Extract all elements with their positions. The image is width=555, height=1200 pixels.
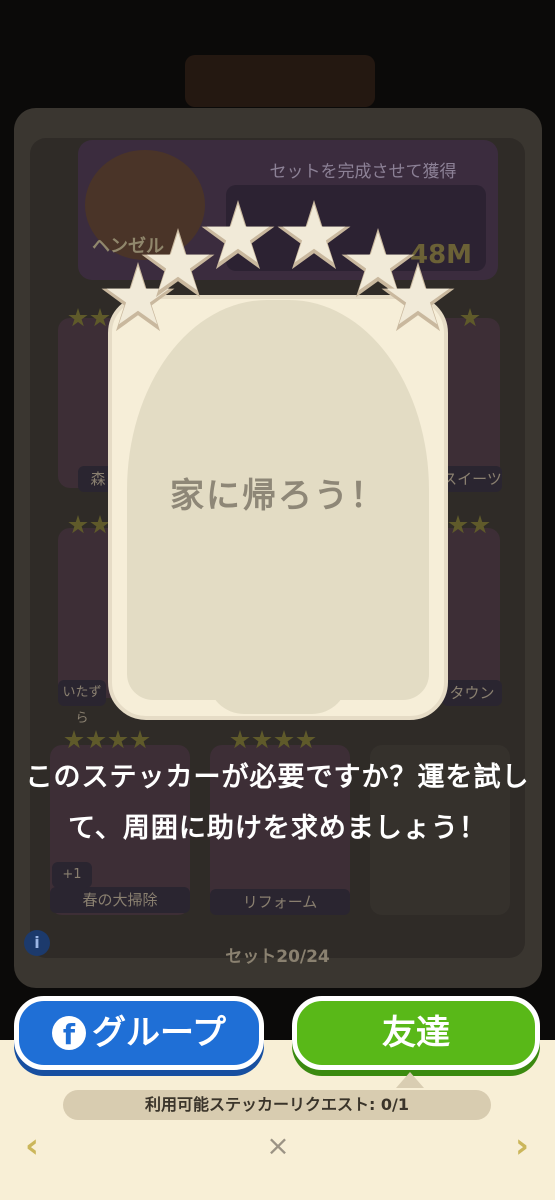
album-title-banner — [185, 55, 375, 107]
set-character-label: ヘンゼル — [92, 236, 164, 257]
facebook-icon: f — [52, 1016, 87, 1051]
friends-button[interactable]: 友達 — [292, 996, 540, 1070]
set-progress-text: セット20/24 — [225, 947, 330, 967]
sticker-request-counter: 利用可能ステッカーリクエスト: 0/1 — [63, 1090, 491, 1120]
sticker-title: 家に帰ろう！ — [170, 476, 386, 516]
sticker-card-label: スイーツ — [442, 466, 502, 492]
new-sticker-badge: +1 — [52, 862, 92, 888]
sticker-card-label: いたずら — [58, 680, 106, 726]
set-reward-text: セットを完成させて獲得 — [269, 162, 457, 182]
sticker-card-label: 春の大掃除 — [50, 887, 190, 913]
help-prompt-text: このステッカーが必要ですか？運を試して、周囲に助けを求めましょう！ — [25, 762, 530, 844]
close-icon[interactable]: × — [262, 1130, 294, 1162]
info-icon[interactable]: i — [24, 930, 50, 956]
friends-button-label: 友達 — [382, 1013, 450, 1053]
chevron-left-icon[interactable]: ‹ — [14, 1126, 50, 1166]
sticker-card-label: リフォーム — [210, 889, 350, 915]
chevron-right-icon[interactable]: › — [504, 1126, 540, 1166]
sticker-card-label: タウン — [442, 680, 502, 706]
set-reward-amount: 48M — [410, 240, 473, 270]
sticker-notch — [208, 678, 348, 714]
group-button[interactable]: f グループ — [14, 996, 264, 1070]
group-button-label: グループ — [92, 1013, 226, 1053]
